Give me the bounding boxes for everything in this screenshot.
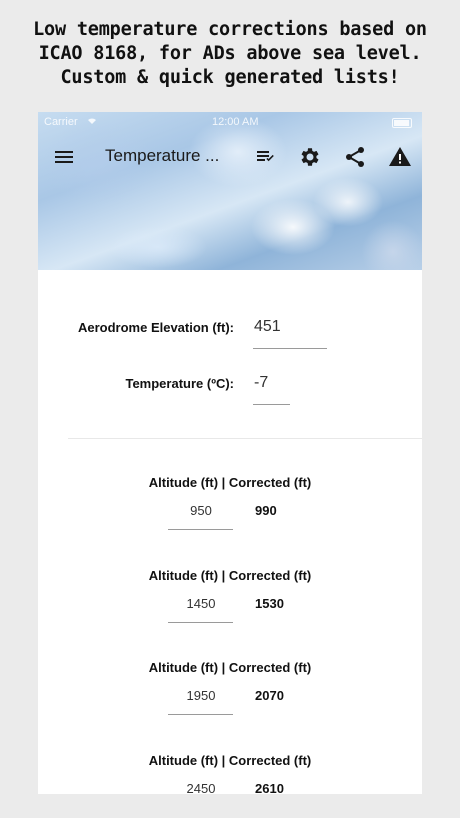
- temperature-input-underline: [253, 404, 290, 405]
- menu-icon[interactable]: [52, 145, 76, 169]
- corrected-value: 990: [255, 503, 277, 518]
- elevation-input-underline: [253, 348, 327, 349]
- status-time: 12:00 AM: [212, 116, 259, 128]
- corrected-value: 1530: [255, 596, 284, 611]
- temperature-label: Temperature (ºC):: [125, 376, 234, 391]
- checklist-icon[interactable]: [254, 145, 278, 169]
- share-icon[interactable]: [343, 145, 367, 169]
- app-toolbar: Temperature ...: [38, 142, 422, 172]
- altitude-input-underline: [168, 529, 233, 530]
- promo-line-1: Low temperature corrections based on: [33, 19, 427, 40]
- corrected-value: 2070: [255, 688, 284, 703]
- elevation-label: Aerodrome Elevation (ft):: [77, 320, 234, 335]
- elevation-input[interactable]: 451: [254, 318, 281, 336]
- promo-caption: Low temperature corrections based on ICA…: [0, 18, 460, 90]
- battery-icon: [392, 118, 412, 128]
- app-screen: Carrier 12:00 AM Temperature ... Aerodro…: [38, 112, 422, 794]
- row-header: Altitude (ft) | Corrected (ft): [148, 475, 312, 490]
- frost-header-image: Carrier 12:00 AM Temperature ...: [38, 112, 422, 270]
- temperature-input[interactable]: -7: [254, 374, 268, 392]
- row-header: Altitude (ft) | Corrected (ft): [148, 660, 312, 675]
- section-divider: [68, 438, 422, 439]
- gear-icon[interactable]: [298, 145, 322, 169]
- altitude-input[interactable]: 2450: [168, 781, 234, 794]
- wifi-icon: [86, 115, 98, 128]
- altitude-input-underline: [168, 714, 233, 715]
- row-header: Altitude (ft) | Corrected (ft): [148, 753, 312, 768]
- altitude-input[interactable]: 1450: [168, 596, 234, 611]
- altitude-input-underline: [168, 622, 233, 623]
- status-bar: Carrier 12:00 AM: [38, 114, 422, 132]
- warning-icon[interactable]: [388, 145, 412, 169]
- page-title: Temperature ...: [105, 146, 220, 165]
- row-header: Altitude (ft) | Corrected (ft): [148, 568, 312, 583]
- carrier-label: Carrier: [44, 116, 78, 128]
- corrected-value: 2610: [255, 781, 284, 794]
- promo-line-2: ICAO 8168, for ADs above sea level.: [38, 43, 422, 64]
- altitude-input[interactable]: 1950: [168, 688, 234, 703]
- altitude-input[interactable]: 950: [168, 503, 234, 518]
- promo-line-3: Custom & quick generated lists!: [60, 67, 400, 88]
